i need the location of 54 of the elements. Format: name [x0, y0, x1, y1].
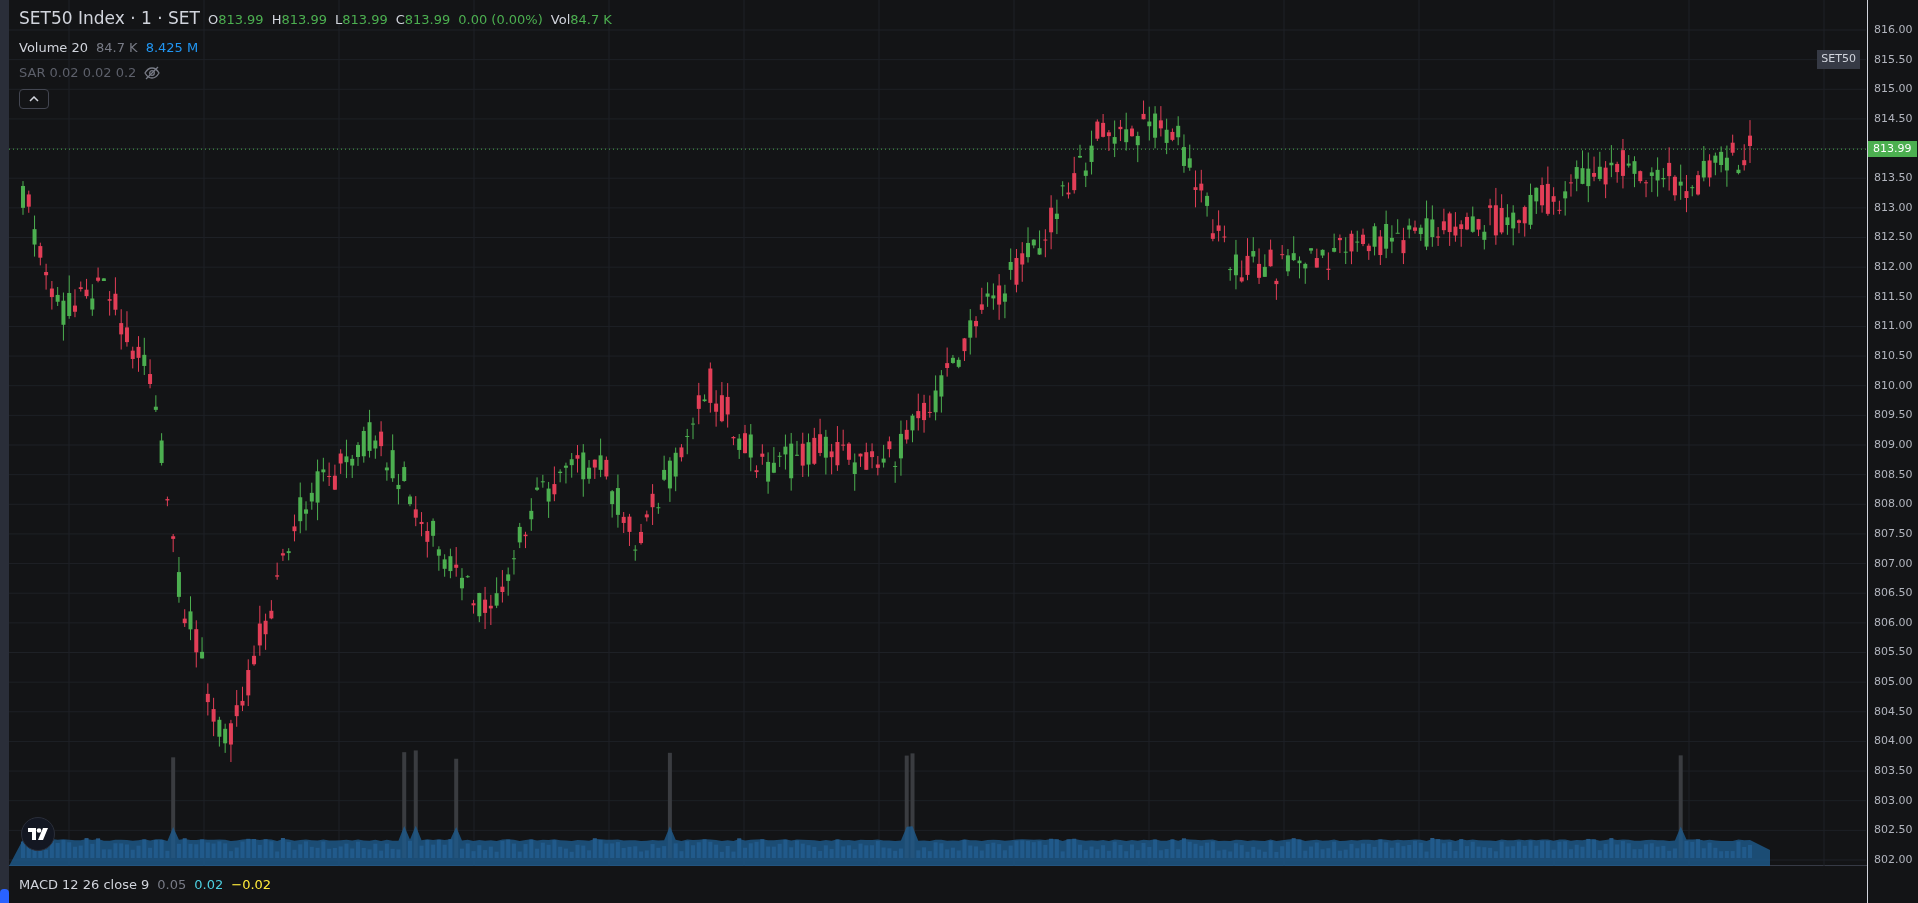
chevron-up-icon — [29, 95, 39, 102]
price-tick: 816.00 — [1873, 22, 1914, 38]
indicator-name[interactable]: MACD 12 26 close 9 — [19, 874, 150, 895]
indicator-value: 8.425 M — [145, 38, 199, 57]
price-tick: 809.00 — [1873, 436, 1914, 453]
ohlc-value: 813.99 — [218, 11, 264, 29]
price-tick: 808.50 — [1873, 466, 1914, 483]
ohlc-label: C — [395, 11, 405, 29]
symbol-badge: SET50 — [1817, 50, 1860, 69]
price-tick: 815.00 — [1873, 81, 1914, 98]
price-tick: 813.00 — [1873, 199, 1914, 216]
price-tick: 805.50 — [1873, 644, 1914, 661]
price-tick: 810.00 — [1873, 377, 1914, 394]
price-tick: 806.50 — [1873, 585, 1914, 602]
price-tick: 812.50 — [1873, 229, 1914, 246]
price-tick: 812.00 — [1873, 259, 1914, 276]
price-tick: 807.00 — [1873, 555, 1914, 572]
price-tick: 811.50 — [1873, 288, 1914, 305]
price-tick: 803.50 — [1873, 763, 1914, 779]
indicator-value: 0.05 — [157, 875, 187, 894]
price-tick: 809.50 — [1873, 407, 1914, 424]
indicator-name[interactable]: Volume 20 — [19, 37, 89, 57]
price-tick: 814.50 — [1873, 110, 1914, 127]
volume-label: Vol — [550, 11, 571, 29]
price-tick: 804.00 — [1873, 733, 1914, 750]
price-tick: 813.50 — [1873, 170, 1914, 187]
logo-icon[interactable] — [21, 817, 55, 851]
price-tick: 803.00 — [1873, 792, 1914, 809]
price-tick: 808.00 — [1873, 496, 1914, 513]
ohlc-value: 813.99 — [342, 11, 388, 29]
pane-handle[interactable] — [0, 889, 9, 903]
price-tick: 802.00 — [1873, 851, 1914, 868]
price-tick: 815.50 — [1873, 51, 1914, 68]
price-tick: 810.50 — [1873, 348, 1914, 365]
price-tick: 806.00 — [1873, 614, 1914, 631]
price-tick: 802.50 — [1873, 822, 1914, 839]
ohlc-label: L — [334, 11, 343, 29]
last-price-label: 813.99 — [1868, 140, 1917, 157]
ohlc-label: O — [207, 11, 219, 29]
ohlc-value: 813.99 — [281, 11, 327, 29]
indicator-value: −0.02 — [231, 875, 272, 894]
price-tick: 805.00 — [1873, 674, 1914, 691]
symbol-title[interactable]: SET50 Index · 1 · SET — [19, 6, 200, 32]
price-tick: 811.00 — [1873, 318, 1914, 335]
price-change: 0.00 (0.00%) — [458, 11, 543, 29]
price-tick: 804.50 — [1873, 703, 1914, 720]
indicator-value: 0.02 — [194, 875, 224, 894]
price-tick: 807.50 — [1873, 525, 1914, 542]
collapse-button[interactable] — [19, 88, 49, 109]
volume-value: 84.7 K — [570, 11, 612, 29]
eye-off-icon[interactable] — [144, 65, 161, 80]
ohlc-label: H — [271, 11, 282, 29]
ohlc-value: 813.99 — [404, 11, 451, 29]
indicator-value: 84.7 K — [96, 38, 138, 57]
